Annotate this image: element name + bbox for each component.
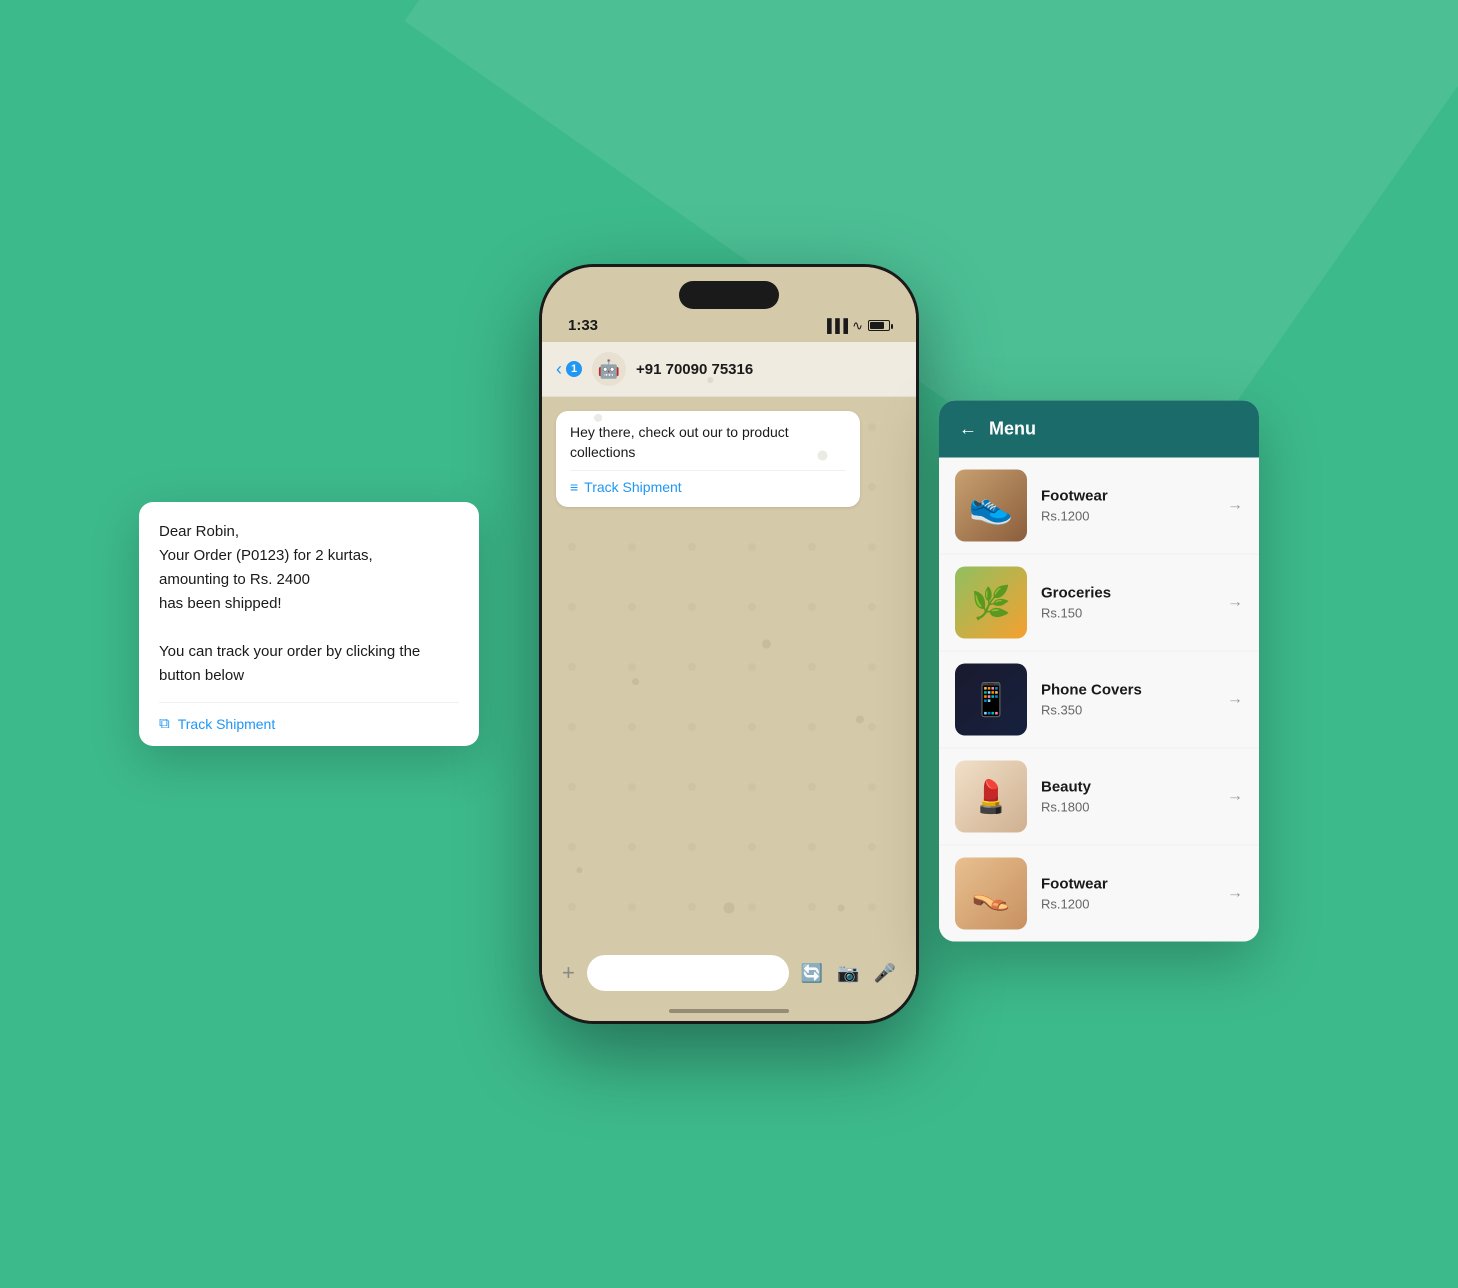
groceries-price: Rs.150 bbox=[1041, 606, 1213, 621]
attach-button[interactable]: + bbox=[562, 960, 575, 986]
footwear-price: Rs.1200 bbox=[1041, 509, 1213, 524]
scene: Dear Robin, Your Order (P0123) for 2 kur… bbox=[279, 144, 1179, 1144]
beauty-name: Beauty bbox=[1041, 779, 1213, 796]
phone-covers-name: Phone Covers bbox=[1041, 682, 1213, 699]
beauty-info: Beauty Rs.1800 bbox=[1041, 779, 1213, 815]
groceries-info: Groceries Rs.150 bbox=[1041, 585, 1213, 621]
camera-icon[interactable]: 📷 bbox=[837, 963, 859, 984]
footwear-arrow: → bbox=[1227, 497, 1243, 515]
message-input[interactable] bbox=[587, 955, 789, 991]
menu-item-beauty[interactable]: 💄 Beauty Rs.1800 → bbox=[939, 749, 1259, 846]
message-card-text: Dear Robin, Your Order (P0123) for 2 kur… bbox=[159, 520, 459, 688]
phone-covers-info: Phone Covers Rs.350 bbox=[1041, 682, 1213, 718]
external-link-icon: ⧉ bbox=[159, 715, 170, 732]
footwear-icon: 👟 bbox=[969, 485, 1014, 527]
dynamic-island bbox=[679, 281, 779, 309]
message-card: Dear Robin, Your Order (P0123) for 2 kur… bbox=[139, 502, 479, 746]
footwear2-name: Footwear bbox=[1041, 876, 1213, 893]
footwear2-image: 👡 bbox=[955, 858, 1027, 930]
groceries-arrow: → bbox=[1227, 594, 1243, 612]
bottom-action-icons: 🔄 📷 🎤 bbox=[801, 963, 896, 984]
sticker-icon[interactable]: 🔄 bbox=[801, 963, 823, 984]
groceries-icon: 🌿 bbox=[971, 584, 1011, 622]
phone-screen: 1:33 ▐▐▐ ∿ ‹ 1 🤖 +91 70090 75316 bbox=[542, 267, 916, 1021]
phone-device: 1:33 ▐▐▐ ∿ ‹ 1 🤖 +91 70090 75316 bbox=[539, 264, 919, 1024]
menu-item-footwear[interactable]: 👟 Footwear Rs.1200 → bbox=[939, 458, 1259, 555]
order-line3: has been shipped! bbox=[159, 595, 282, 612]
beauty-price: Rs.1800 bbox=[1041, 800, 1213, 815]
footwear2-info: Footwear Rs.1200 bbox=[1041, 876, 1213, 912]
footwear-info: Footwear Rs.1200 bbox=[1041, 488, 1213, 524]
chat-pattern bbox=[542, 267, 916, 1021]
footwear2-arrow: → bbox=[1227, 885, 1243, 903]
beauty-arrow: → bbox=[1227, 788, 1243, 806]
menu-title: Menu bbox=[989, 419, 1036, 440]
menu-item-groceries[interactable]: 🌿 Groceries Rs.150 → bbox=[939, 555, 1259, 652]
phone-covers-icon: 📱 bbox=[971, 681, 1011, 719]
groceries-image: 🌿 bbox=[955, 567, 1027, 639]
order-line5: You can track your order by clicking the bbox=[159, 643, 420, 660]
chat-area: Hey there, check out our to product coll… bbox=[542, 397, 916, 991]
greeting-text: Dear Robin, bbox=[159, 523, 239, 540]
home-indicator bbox=[669, 1009, 789, 1013]
track-shipment-label-card: Track Shipment bbox=[178, 716, 276, 732]
order-line1: Your Order (P0123) for 2 kurtas, bbox=[159, 547, 373, 564]
phone-covers-price: Rs.350 bbox=[1041, 703, 1213, 718]
footwear2-icon: 👡 bbox=[971, 875, 1011, 913]
beauty-icon: 💄 bbox=[971, 778, 1011, 816]
footwear-image: 👟 bbox=[955, 470, 1027, 542]
menu-back-button[interactable]: ← bbox=[959, 419, 977, 440]
order-line2: amounting to Rs. 2400 bbox=[159, 571, 310, 588]
order-line6: button below bbox=[159, 667, 244, 684]
phone-covers-image: 📱 bbox=[955, 664, 1027, 736]
phone-covers-arrow: → bbox=[1227, 691, 1243, 709]
beauty-image: 💄 bbox=[955, 761, 1027, 833]
groceries-name: Groceries bbox=[1041, 585, 1213, 602]
footwear-name: Footwear bbox=[1041, 488, 1213, 505]
track-shipment-link-card[interactable]: ⧉ Track Shipment bbox=[159, 702, 459, 732]
footwear2-price: Rs.1200 bbox=[1041, 897, 1213, 912]
mic-icon[interactable]: 🎤 bbox=[874, 963, 896, 984]
menu-item-footwear2[interactable]: 👡 Footwear Rs.1200 → bbox=[939, 846, 1259, 942]
menu-card: ← Menu 👟 Footwear Rs.1200 → 🌿 Groceries … bbox=[939, 401, 1259, 942]
menu-item-phone-covers[interactable]: 📱 Phone Covers Rs.350 → bbox=[939, 652, 1259, 749]
menu-header: ← Menu bbox=[939, 401, 1259, 458]
